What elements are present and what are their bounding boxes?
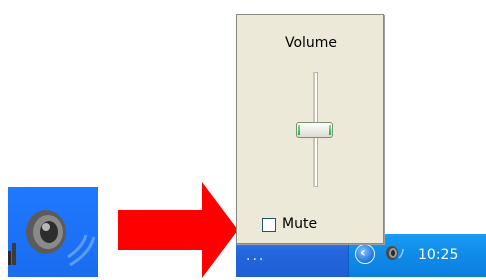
volume-title: Volume: [284, 35, 338, 51]
tray-speaker-icon[interactable]: [383, 242, 405, 264]
enlarged-speaker-icon-tile: [8, 187, 98, 277]
mute-checkbox[interactable]: [262, 218, 276, 232]
chevron-left-icon: ‹: [360, 245, 366, 261]
mute-label[interactable]: Mute: [282, 216, 317, 232]
show-hidden-icons-button[interactable]: ‹: [355, 244, 375, 264]
taskbar-overflow[interactable]: ...: [246, 248, 265, 264]
taskbar-clock[interactable]: 10:25: [418, 247, 458, 263]
speaker-icon: [8, 210, 96, 267]
pointer-arrow-icon: [118, 182, 238, 278]
volume-slider-thumb[interactable]: [296, 121, 333, 138]
